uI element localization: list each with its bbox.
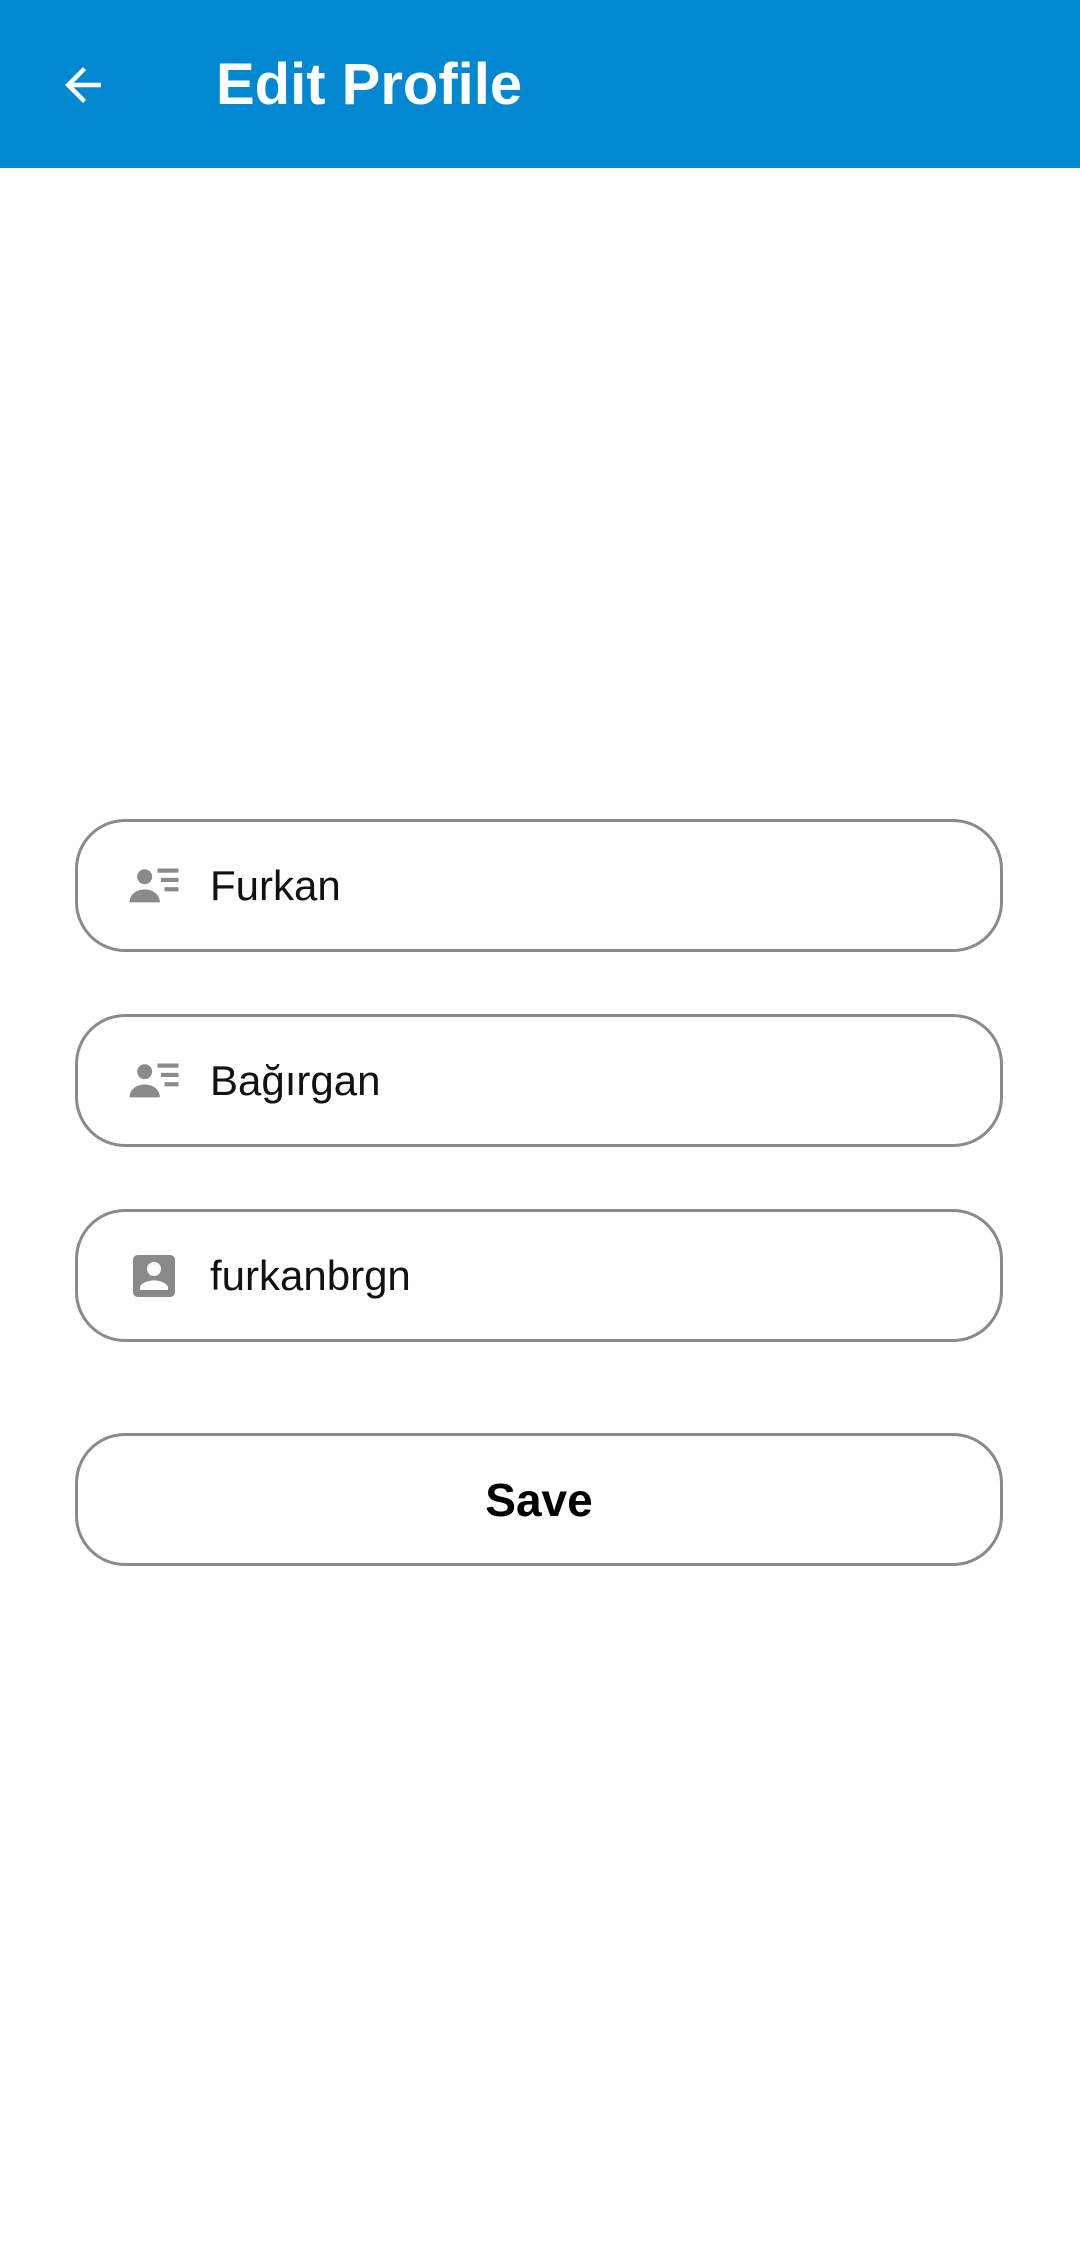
first-name-field[interactable] [75, 819, 1003, 952]
contact-list-icon [126, 858, 182, 914]
page-title: Edit Profile [216, 52, 523, 117]
app-bar: Edit Profile [0, 0, 1080, 168]
account-box-icon [126, 1248, 182, 1304]
save-button[interactable]: Save [75, 1433, 1003, 1566]
contact-list-icon [126, 1053, 182, 1109]
username-input[interactable] [210, 1245, 960, 1306]
last-name-field[interactable] [75, 1014, 1003, 1147]
username-field[interactable] [75, 1209, 1003, 1342]
back-button[interactable] [41, 43, 125, 127]
last-name-input[interactable] [210, 1050, 960, 1111]
save-button-label: Save [485, 1473, 593, 1526]
arrow-back-icon [65, 67, 101, 103]
first-name-input[interactable] [210, 855, 960, 916]
